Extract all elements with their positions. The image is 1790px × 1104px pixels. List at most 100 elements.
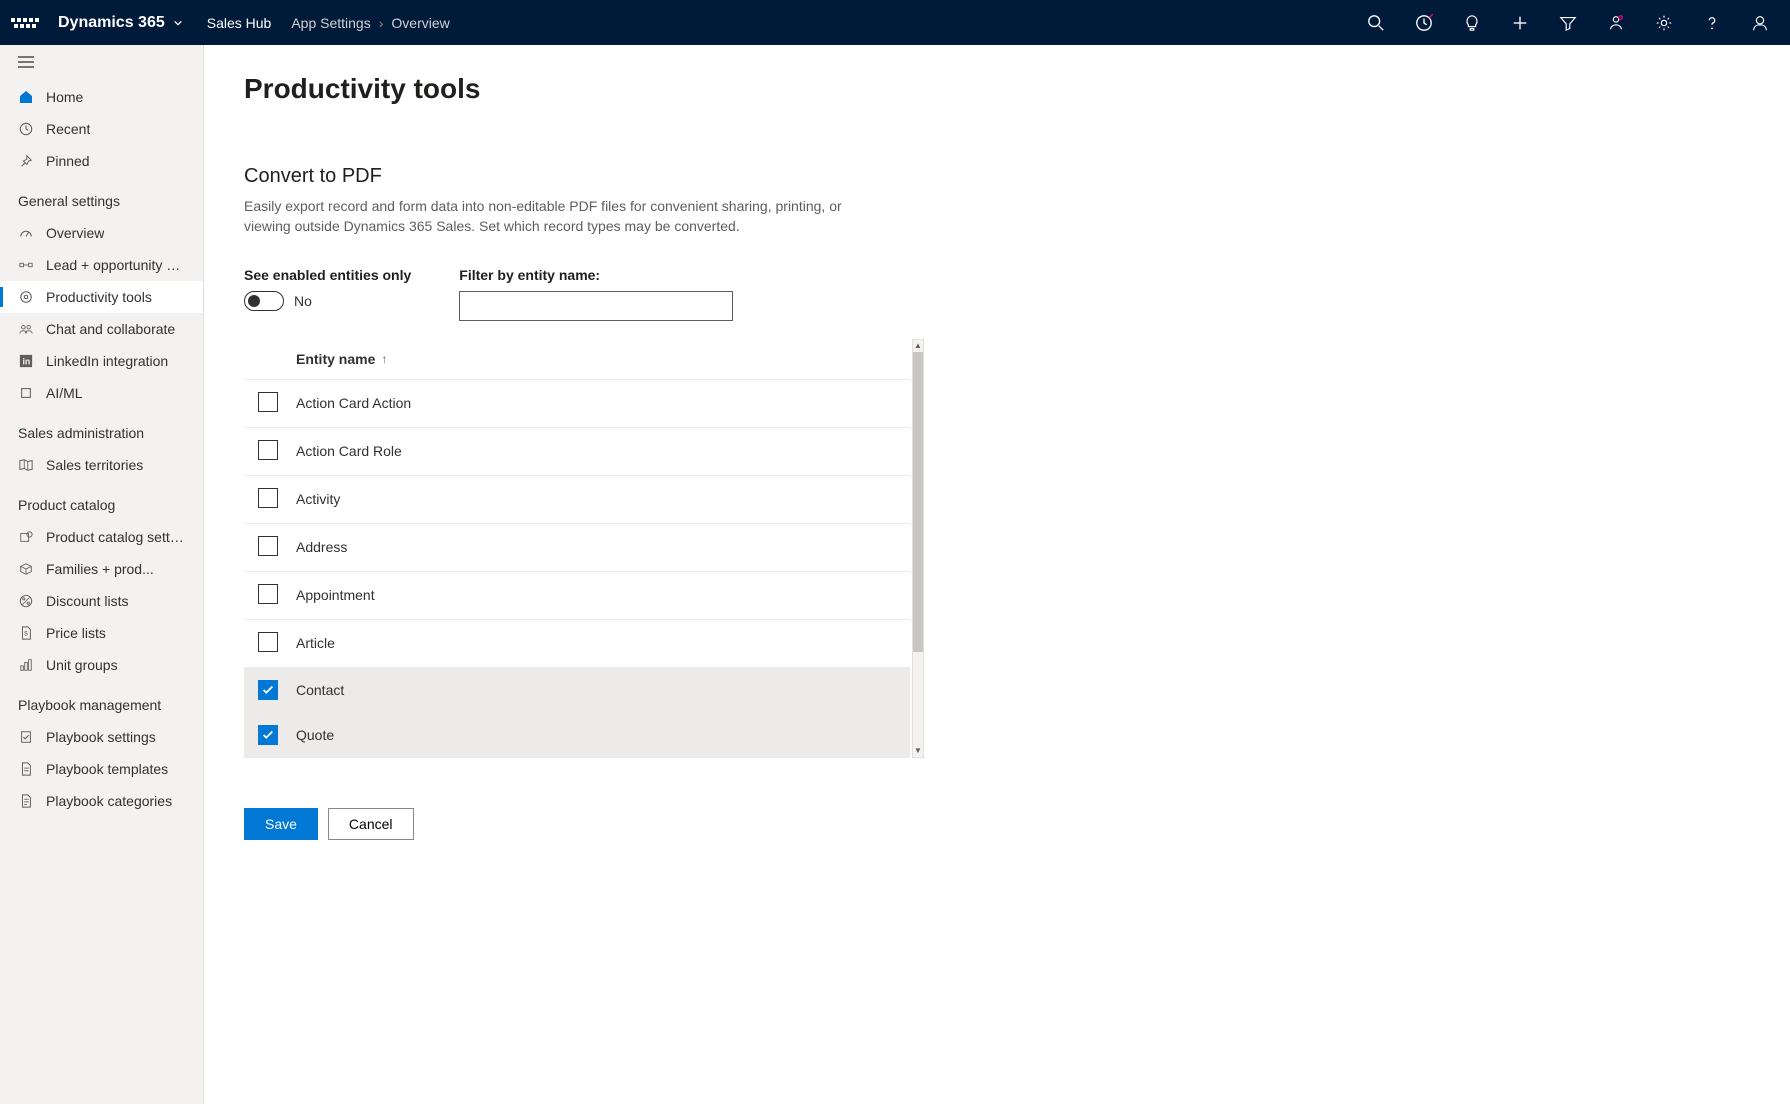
plus-icon[interactable]: [1510, 13, 1530, 33]
entity-checkbox[interactable]: [258, 440, 278, 460]
entity-checkbox[interactable]: [258, 725, 278, 745]
scrollbar-thumb[interactable]: [913, 352, 923, 652]
entity-row[interactable]: Quote: [244, 713, 910, 758]
doc-icon: [18, 761, 34, 777]
help-icon[interactable]: [1702, 13, 1722, 33]
gauge-icon: [18, 225, 34, 241]
sidebar-item[interactable]: Discount lists: [0, 585, 203, 617]
sidebar-item-label: Home: [46, 89, 83, 105]
user-icon[interactable]: [1750, 13, 1770, 33]
entity-name: Action Card Action: [296, 395, 411, 411]
hamburger-icon[interactable]: [0, 45, 203, 81]
sidebar-item-recent[interactable]: Recent: [0, 113, 203, 145]
brand[interactable]: Dynamics 365: [58, 14, 183, 32]
search-icon[interactable]: [1366, 13, 1386, 33]
breadcrumb-item[interactable]: App Settings: [291, 15, 370, 31]
sidebar-item[interactable]: Productivity tools: [0, 281, 203, 313]
sidebar-item-label: LinkedIn integration: [46, 353, 168, 369]
sidebar-item[interactable]: Sales territories: [0, 449, 203, 481]
doc-money-icon: $: [18, 625, 34, 641]
sidebar-item[interactable]: AI/ML: [0, 377, 203, 409]
filter-icon[interactable]: [1558, 13, 1578, 33]
home-icon: [18, 89, 34, 105]
pin-icon: [18, 153, 34, 169]
breadcrumb: App Settings › Overview: [291, 15, 449, 31]
svg-text:$: $: [24, 631, 28, 638]
section-title: Convert to PDF: [244, 165, 1750, 188]
cube2-icon: [18, 561, 34, 577]
entity-row[interactable]: Appointment: [244, 572, 910, 620]
sidebar-item-label: Playbook categories: [46, 793, 172, 809]
map-icon: [18, 457, 34, 473]
app-launcher-icon[interactable]: [10, 18, 40, 28]
entity-name: Appointment: [296, 587, 375, 603]
entity-checkbox[interactable]: [258, 392, 278, 412]
sidebar-item[interactable]: $ Price lists: [0, 617, 203, 649]
sidebar-item[interactable]: Overview: [0, 217, 203, 249]
sidebar-item-label: Discount lists: [46, 593, 128, 609]
entity-row[interactable]: Article: [244, 620, 910, 668]
sidebar-item[interactable]: in LinkedIn integration: [0, 345, 203, 377]
sidebar-item-label: Price lists: [46, 625, 106, 641]
sidebar-item[interactable]: Unit groups: [0, 649, 203, 681]
entity-name: Address: [296, 539, 347, 555]
box-gear-icon: [18, 529, 34, 545]
entity-checkbox[interactable]: [258, 680, 278, 700]
top-header: Dynamics 365 Sales Hub App Settings › Ov…: [0, 0, 1790, 45]
lightbulb-icon[interactable]: [1462, 13, 1482, 33]
entity-row[interactable]: Activity: [244, 476, 910, 524]
sidebar-section-title: Product catalog: [0, 481, 203, 521]
percent-icon: [18, 593, 34, 609]
sidebar-item[interactable]: Chat and collaborate: [0, 313, 203, 345]
toggleio -label: See enabled entities only: [244, 267, 411, 283]
sidebar-item-label: AI/ML: [46, 385, 83, 401]
flow-icon: [18, 257, 34, 273]
entity-row[interactable]: Action Card Role: [244, 428, 910, 476]
entity-row[interactable]: Address: [244, 524, 910, 572]
breadcrumb-item[interactable]: Overview: [391, 15, 449, 31]
scrollbar[interactable]: ▲ ▼: [912, 339, 924, 758]
cancel-button[interactable]: Cancel: [328, 808, 414, 840]
task-icon[interactable]: [1414, 13, 1434, 33]
sidebar-item[interactable]: Product catalog settings: [0, 521, 203, 553]
sidebar-item-label: Sales territories: [46, 457, 143, 473]
entity-checkbox[interactable]: [258, 536, 278, 556]
chevron-down-icon: [173, 18, 183, 28]
sidebar-item[interactable]: Playbook categories: [0, 785, 203, 817]
app-name[interactable]: Sales Hub: [207, 15, 272, 31]
sidebar-item[interactable]: Playbook settings: [0, 721, 203, 753]
sidebar-item[interactable]: Playbook templates: [0, 753, 203, 785]
sort-ascending-icon[interactable]: ↑: [381, 352, 387, 366]
sidebar-item-label: Recent: [46, 121, 90, 137]
gear-icon[interactable]: [1654, 13, 1674, 33]
column-header[interactable]: Entity name: [296, 351, 375, 367]
sidebar-item[interactable]: Families + prod...: [0, 553, 203, 585]
entity-filter-input[interactable]: [459, 291, 733, 321]
save-button[interactable]: Save: [244, 808, 318, 840]
clock-icon: [18, 121, 34, 137]
entity-checkbox[interactable]: [258, 584, 278, 604]
sidebar-item-label: Overview: [46, 225, 104, 241]
sidebar-item-label: Playbook templates: [46, 761, 168, 777]
entity-row[interactable]: Action Card Action: [244, 380, 910, 428]
page-title: Productivity tools: [244, 73, 1750, 105]
sidebar-item-label: Unit groups: [46, 657, 118, 673]
sidebar-item-pinned[interactable]: Pinned: [0, 145, 203, 177]
sidebar-item-home[interactable]: Home: [0, 81, 203, 113]
entity-table-header: Entity name ↑: [244, 339, 910, 380]
entity-table: Entity name ↑ Action Card Action Action C…: [244, 339, 910, 758]
scroll-up-icon[interactable]: ▲: [913, 340, 923, 352]
sidebar-section-title: Sales administration: [0, 409, 203, 449]
assistant-icon[interactable]: [1606, 13, 1626, 33]
doc2-icon: [18, 793, 34, 809]
scroll-down-icon[interactable]: ▼: [913, 745, 923, 757]
button-row: Save Cancel: [244, 808, 1750, 840]
sidebar-item[interactable]: Lead + opportunity ma...: [0, 249, 203, 281]
chevron-right-icon: ›: [379, 15, 384, 31]
entity-checkbox[interactable]: [258, 632, 278, 652]
enabled-entities-toggle[interactable]: [244, 291, 284, 311]
toggle-value: No: [294, 293, 312, 309]
entity-checkbox[interactable]: [258, 488, 278, 508]
svg-text:in: in: [23, 357, 31, 367]
entity-row[interactable]: Contact: [244, 668, 910, 713]
